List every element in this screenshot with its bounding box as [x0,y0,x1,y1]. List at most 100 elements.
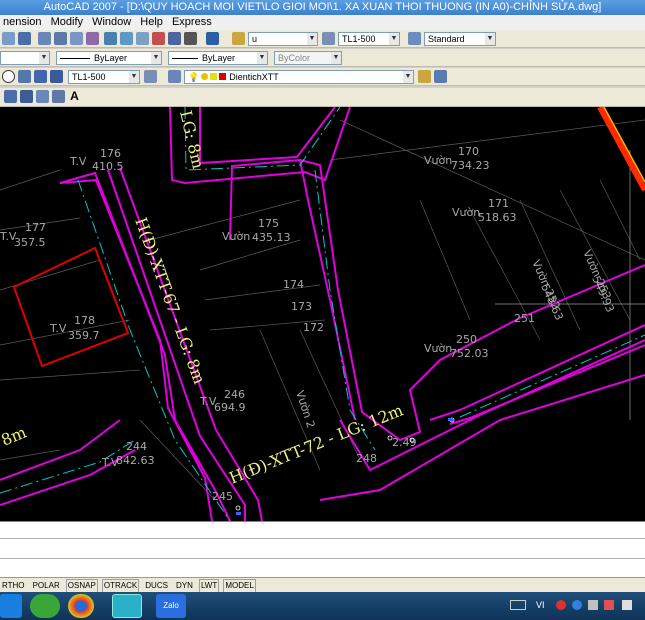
tray-app-icon[interactable] [556,600,566,610]
label-v170-type: Vườn [424,154,452,167]
dim-style-select[interactable]: TL1-500 ▼ [338,32,400,46]
zalo-icon[interactable]: Zalo [156,594,186,618]
label-v171-type: Vườn [452,206,480,219]
sheet-set-icon[interactable] [152,32,165,45]
layer-select[interactable]: 💡 DientichXTT ▼ [184,70,414,84]
color-select[interactable]: ▼ [0,51,50,65]
menu-dimension[interactable]: nension [0,15,45,30]
scale-select[interactable]: TL1-500 ▼ [68,70,140,84]
autocad-icon[interactable] [112,594,142,618]
properties-icon[interactable] [104,32,117,45]
layer-previous-icon[interactable] [418,70,431,83]
label-tv176-area: 410.5 [92,160,124,173]
label-tv177-area: 357.5 [14,236,46,249]
design-center-icon[interactable] [120,32,133,45]
plotstyle-select[interactable]: ByColor ▼ [274,51,342,65]
label-v170-no: 170 [458,145,479,158]
volume-icon[interactable] [588,600,598,610]
help-icon[interactable] [206,32,219,45]
highway-stroke [597,107,645,192]
zoom-previous-icon[interactable] [70,32,83,45]
status-dyn[interactable]: DYN [174,579,195,593]
label-p245: 245 [212,490,233,503]
markup-icon[interactable] [168,32,181,45]
road-label-left: 8m [0,423,29,450]
label-p248: 248 [356,452,377,465]
label-tv178-area: 359.7 [68,329,100,342]
label-v175-area: 435.13 [252,231,291,244]
label-v250-type: Vườn [424,342,452,355]
linetype-select[interactable]: ByLayer ▼ [56,51,162,65]
road-label-bottom: H(Đ)-XTT-72 - LG: 12m [226,400,406,487]
status-lwt[interactable]: LWT [198,579,220,593]
label-tv178-no: 178 [74,314,95,327]
label-v175-no: 175 [258,217,279,230]
label-p173: 173 [291,300,312,313]
status-polar[interactable]: POLAR [31,579,62,593]
status-ducs[interactable]: DUCS [143,579,170,593]
label-tv244-no: 244 [126,440,147,453]
tool-palettes-icon[interactable] [136,32,149,45]
label-v250-area: 752.03 [450,347,489,360]
label-v171-area: 518.63 [478,211,517,224]
label-tv246-no: 246 [224,388,245,401]
antivirus-icon[interactable] [604,600,614,610]
road-label-top: LG: 8m [176,109,208,171]
menu-window[interactable]: Window [89,15,134,30]
dim-ordinate-icon[interactable] [50,70,63,83]
command-line[interactable] [0,521,645,577]
table-style-select[interactable]: Standard ▼ [424,32,496,46]
draw-toolbar: A [0,88,645,107]
status-bar: RTHO POLAR OSNAP OTRACK DUCS DYN LWT MOD… [0,577,645,593]
label-v247: Vườn 2 [293,389,317,430]
zoom-extents-icon[interactable] [86,32,99,45]
menu-help[interactable]: Help [137,15,166,30]
title-bar: AutoCAD 2007 - [D:\QUY HOACH MOI VIET\LO… [0,0,645,15]
label-tv177-no: 177 [25,221,46,234]
redo-icon[interactable] [2,32,15,45]
table-icon[interactable] [52,90,65,103]
browser-icon[interactable] [30,594,60,618]
cad-canvas[interactable]: LG: 8m H(Đ)-XTT-67 - LG: 8m H(Đ)-XTT-72 … [0,107,645,521]
zoom-window-icon[interactable] [54,32,67,45]
language-indicator[interactable]: VI [536,600,545,610]
label-tv178-type: T.V [49,322,67,335]
dim-linear-icon[interactable] [18,70,31,83]
layer-manager-icon[interactable] [168,70,181,83]
status-osnap[interactable]: OSNAP [65,579,98,593]
text-style-select[interactable]: u ▼ [248,32,318,46]
scale-list-icon[interactable] [144,70,157,83]
region-icon[interactable] [36,90,49,103]
dim-aligned-icon[interactable] [34,70,47,83]
label-v170-area: 734.23 [451,159,490,172]
status-model[interactable]: MODEL [223,579,256,593]
status-otrack[interactable]: OTRACK [101,579,140,593]
network-icon[interactable] [572,600,582,610]
dim-style-icon[interactable] [322,32,335,45]
text-style-icon[interactable] [232,32,245,45]
layer-match-icon[interactable] [434,70,447,83]
edge-icon[interactable] [0,594,22,618]
ucs-icon[interactable] [2,70,15,83]
menu-modify[interactable]: Modify [48,15,86,30]
lineweight-select[interactable]: ByLayer ▼ [168,51,268,65]
label-v175-type: Vườn [222,230,250,243]
calculator-icon[interactable] [184,32,197,45]
label-tv244-area: 842.63 [116,454,155,467]
battery-icon[interactable] [622,600,632,610]
label-p174: 174 [283,278,304,291]
chrome-icon[interactable] [68,594,94,618]
status-ortho[interactable]: RTHO [0,579,27,593]
menu-bar: nension Modify Window Help Express [0,15,645,30]
mtext-icon[interactable]: A [68,90,81,103]
drawing-area[interactable]: LG: 8m H(Đ)-XTT-67 - LG: 8m H(Đ)-XTT-72 … [0,107,645,521]
selected-parcel-outline[interactable] [12,246,130,368]
menu-express[interactable]: Express [169,15,215,30]
hatch-icon[interactable] [4,90,17,103]
zoom-realtime-icon[interactable] [38,32,51,45]
gradient-icon[interactable] [20,90,33,103]
keyboard-icon[interactable] [510,600,526,610]
pan-icon[interactable] [18,32,31,45]
properties-toolbar: ▼ ByLayer ▼ ByLayer ▼ ByColor ▼ [0,49,645,67]
table-style-icon[interactable] [408,32,421,45]
